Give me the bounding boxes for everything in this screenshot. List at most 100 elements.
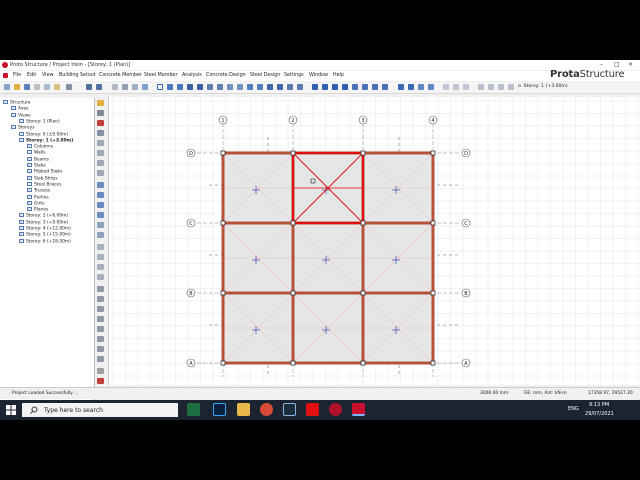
tree-node[interactable]: Columns — [27, 144, 53, 150]
move-icon[interactable] — [97, 110, 104, 116]
align-right-icon[interactable] — [97, 192, 104, 198]
menu-concrete-design[interactable]: Concrete Design — [206, 73, 246, 78]
osnap-icon[interactable] — [97, 326, 104, 332]
excel-icon[interactable] — [187, 403, 200, 416]
align-bottom-icon[interactable] — [97, 212, 104, 218]
grid-tool-icon[interactable] — [287, 84, 293, 90]
split-tool-icon[interactable] — [322, 84, 328, 90]
tree-node[interactable]: Storey: 4 (+12.00m) — [19, 226, 71, 232]
menu-edit[interactable]: Edit — [27, 73, 36, 78]
protastructure-active-icon[interactable] — [352, 403, 365, 416]
rotate-icon[interactable] — [97, 232, 104, 238]
arc-tool-icon[interactable] — [177, 84, 183, 90]
window-icon[interactable] — [132, 84, 138, 90]
prota-taskbar-icon[interactable] — [329, 403, 342, 416]
print-icon[interactable] — [34, 84, 40, 90]
beam-tool-icon[interactable] — [197, 84, 203, 90]
table-icon[interactable] — [112, 84, 118, 90]
storey-dropdown[interactable]: o. Storey: 1 (+3.00m) — [518, 84, 568, 89]
tree-node[interactable]: Storeys — [11, 125, 35, 131]
merge-tool-icon[interactable] — [332, 84, 338, 90]
menu-file[interactable]: File — [13, 73, 21, 78]
menu-view[interactable]: View — [42, 73, 53, 78]
clear-icon[interactable] — [97, 378, 104, 384]
align-top-icon[interactable] — [97, 202, 104, 208]
opening-tool-icon[interactable] — [227, 84, 233, 90]
storey-copy-icon[interactable] — [508, 84, 514, 90]
tree-node[interactable]: Storey: 2 (+6.00m) — [19, 213, 68, 219]
menu-help[interactable]: Help — [333, 73, 344, 78]
align-tool-icon[interactable] — [342, 84, 348, 90]
menu-building-setout[interactable]: Building Setout — [59, 73, 96, 78]
pan-icon[interactable] — [463, 84, 469, 90]
foundation-tool-icon[interactable] — [247, 84, 253, 90]
photoshop-icon[interactable] — [213, 403, 226, 416]
tree-node[interactable]: Trusses — [27, 188, 50, 194]
open-icon[interactable] — [14, 84, 20, 90]
units-display[interactable]: GE: mm, Ant: kN-m — [524, 391, 566, 396]
minimize-button[interactable]: – — [600, 61, 603, 68]
windows-start-icon[interactable] — [6, 405, 16, 415]
tree-node[interactable]: Planes — [27, 207, 48, 213]
stretch-icon[interactable] — [97, 264, 104, 270]
snap-settings-icon[interactable] — [97, 296, 104, 302]
menu-settings[interactable]: Settings — [284, 73, 304, 78]
visibility-icon[interactable] — [97, 346, 104, 352]
menu-steel-member[interactable]: Steel Member — [144, 73, 177, 78]
tree-node[interactable]: Views — [11, 112, 31, 118]
zoom-out-icon[interactable] — [97, 150, 104, 156]
scale-icon[interactable] — [97, 274, 104, 280]
tree-node[interactable]: Storey: 0 (±0.00m) — [19, 131, 68, 137]
zoom-extents-icon[interactable] — [453, 84, 459, 90]
tree-node[interactable]: Girts — [27, 200, 44, 206]
language-indicator[interactable]: ENG — [568, 406, 579, 412]
column-tool-icon[interactable] — [187, 84, 193, 90]
section-tool-icon[interactable] — [312, 84, 318, 90]
app-menu-icon[interactable] — [3, 73, 8, 78]
cut-icon[interactable] — [66, 84, 72, 90]
tree-node[interactable]: Purlins — [27, 194, 49, 200]
load-tool-icon[interactable] — [257, 84, 263, 90]
wall-tool-icon[interactable] — [207, 84, 213, 90]
tree-node[interactable]: Storey: 6 (+18.00m) — [19, 238, 71, 244]
offset-icon[interactable] — [97, 222, 104, 228]
tree-node[interactable]: Ribbed Slabs — [27, 169, 63, 175]
tree-node[interactable]: Axes — [11, 106, 28, 112]
slab-tool-icon[interactable] — [217, 84, 223, 90]
tree-node[interactable]: Structure — [3, 100, 30, 106]
tree-node[interactable]: Storey: 1 (+3.00m) — [19, 137, 73, 143]
ortho-icon[interactable] — [97, 306, 104, 312]
polar-icon[interactable] — [97, 316, 104, 322]
storey-up-icon[interactable] — [478, 84, 484, 90]
clock-date[interactable]: 29/07/2021 — [585, 411, 614, 417]
stair-tool-icon[interactable] — [237, 84, 243, 90]
storey-manage-icon[interactable] — [498, 84, 504, 90]
array-tool-icon[interactable] — [362, 84, 368, 90]
menu-analysis[interactable]: Analysis — [182, 73, 202, 78]
autocad-icon[interactable] — [306, 403, 319, 416]
delete-icon[interactable] — [97, 120, 104, 126]
storey-down-icon[interactable] — [488, 84, 494, 90]
tree-node[interactable]: Steel Braces — [27, 181, 61, 187]
render-icon[interactable] — [408, 84, 414, 90]
floor-plan-drawing[interactable]: 1 2 3 4 D D C C B B A A — [109, 97, 640, 385]
report-icon[interactable] — [122, 84, 128, 90]
clock-time[interactable]: 9:13 PM — [589, 402, 609, 408]
tree-node[interactable]: Slab Strips — [27, 175, 58, 181]
zoom-previous-icon[interactable] — [97, 170, 104, 176]
undo-icon[interactable] — [86, 84, 92, 90]
3d-view-icon[interactable] — [398, 84, 404, 90]
paste-icon[interactable] — [54, 84, 60, 90]
tree-node[interactable]: Storey: 3 (+9.00m) — [19, 219, 68, 225]
grid-settings-icon[interactable] — [97, 286, 104, 292]
pencil-icon[interactable] — [97, 100, 104, 106]
maximize-button[interactable]: □ — [614, 61, 620, 68]
copy-icon[interactable] — [44, 84, 50, 90]
properties-icon[interactable] — [428, 84, 434, 90]
copy-object-icon[interactable] — [97, 244, 104, 250]
list-icon[interactable] — [142, 84, 148, 90]
chrome-icon[interactable] — [260, 403, 273, 416]
file-explorer-icon[interactable] — [237, 403, 250, 416]
layers-icon[interactable] — [418, 84, 424, 90]
select-pointer-icon[interactable] — [157, 84, 163, 90]
